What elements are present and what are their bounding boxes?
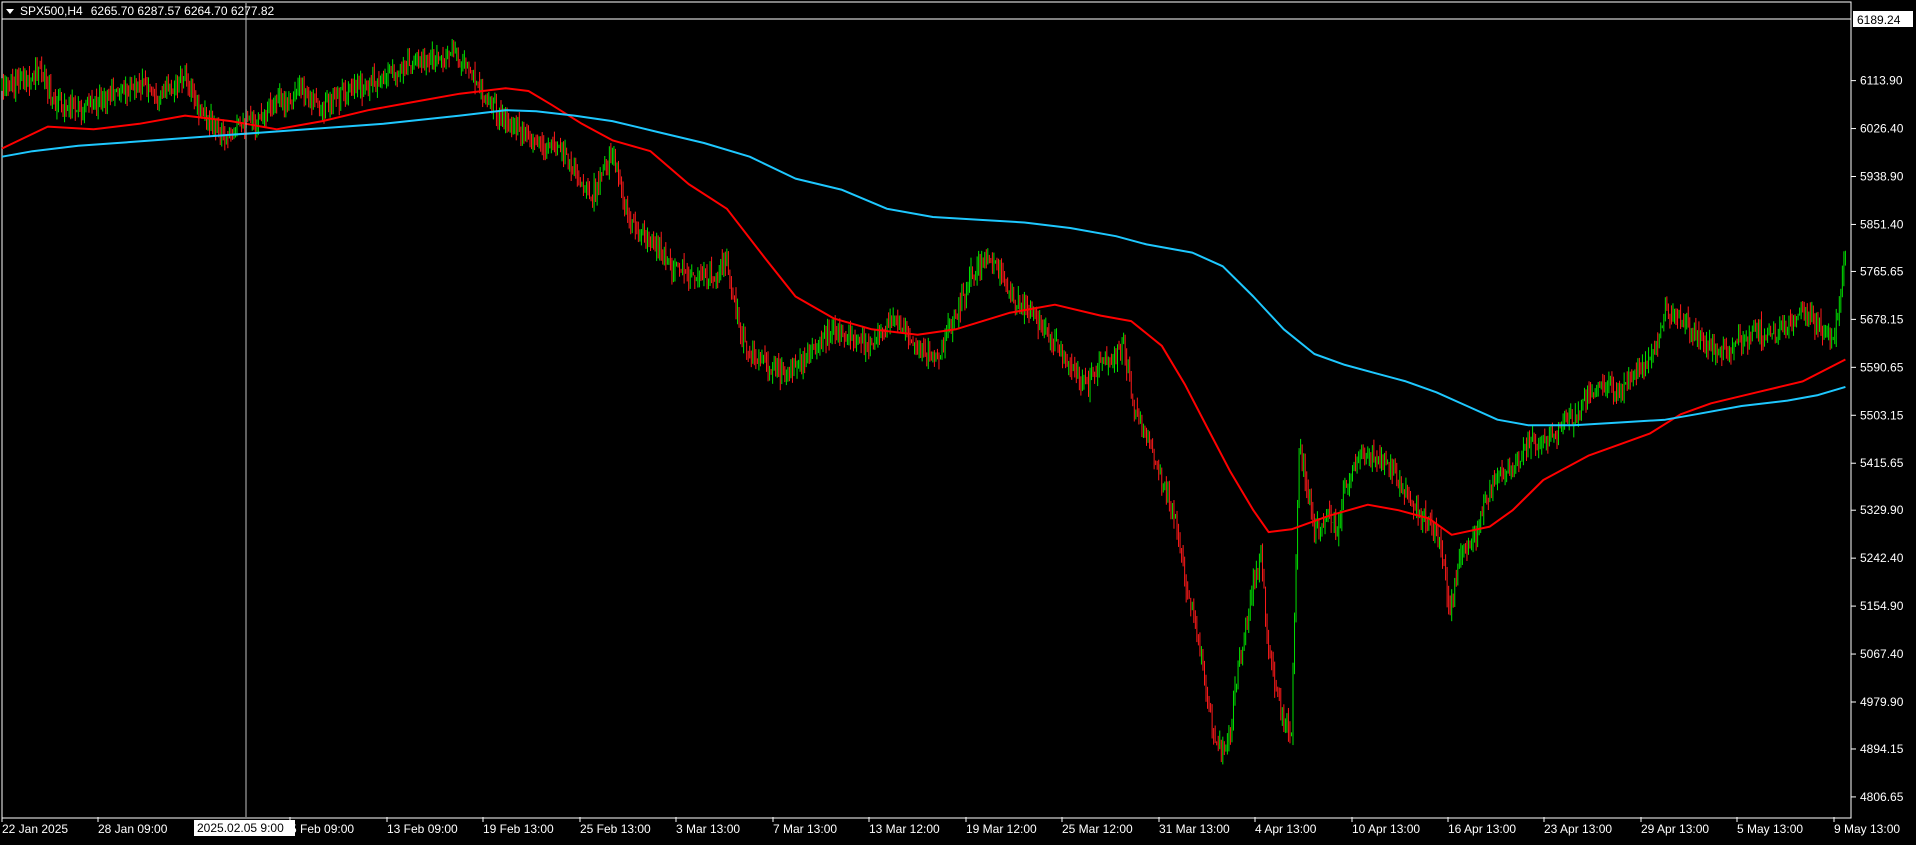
time-tick-label-8: 13 Mar 12:00 <box>869 822 940 836</box>
price-chart-svg[interactable]: 6113.90 6026.40 5938.90 5851.40 5765.65 5678.… <box>0 0 1916 840</box>
price-tick-label-9: 5329.90 <box>1860 503 1904 517</box>
price-tick-label-4: 5765.65 <box>1860 264 1904 278</box>
price-tick-label-5: 5678.15 <box>1860 312 1904 326</box>
crosshair-time-label: 2025.02.05 9:00 <box>197 821 284 835</box>
time-tick-label-16: 29 Apr 13:00 <box>1641 822 1709 836</box>
time-tick-label-14: 16 Apr 13:00 <box>1448 822 1516 836</box>
price-tick-label-13: 4979.90 <box>1860 695 1904 709</box>
time-tick-label-7: 7 Mar 13:00 <box>773 822 837 836</box>
chart-header: SPX500,H4 6265.70 6287.57 6264.70 6277.82 <box>20 4 275 18</box>
time-tick-label-1: 28 Jan 09:00 <box>98 822 168 836</box>
time-tick-label-5: 25 Feb 13:00 <box>580 822 651 836</box>
chart-ohlc: 6265.70 6287.57 6264.70 6277.82 <box>91 4 275 18</box>
price-tick-label-1: 6026.40 <box>1860 122 1904 136</box>
time-tick-label-2: 5 Feb 09:00 <box>290 822 354 836</box>
time-tick-label-17: 5 May 13:00 <box>1737 822 1803 836</box>
price-tick-label-14: 4894.15 <box>1860 742 1904 756</box>
time-tick-label-15: 23 Apr 13:00 <box>1544 822 1612 836</box>
price-tick-label-3: 5851.40 <box>1860 217 1904 231</box>
price-tick-label-15: 4806.65 <box>1860 790 1904 804</box>
time-tick-label-18: 9 May 13:00 <box>1834 822 1900 836</box>
time-tick-label-13: 10 Apr 13:00 <box>1352 822 1420 836</box>
price-tick-label-0: 6113.90 <box>1860 74 1903 88</box>
price-tick-label-6: 5590.65 <box>1860 360 1904 374</box>
price-marker-label: 6189.24 <box>1857 13 1901 27</box>
chart-background <box>0 0 1916 840</box>
time-tick-label-6: 3 Mar 13:00 <box>676 822 740 836</box>
price-tick-label-10: 5242.40 <box>1860 551 1904 565</box>
price-tick-label-12: 5067.40 <box>1860 647 1904 661</box>
time-tick-label-12: 4 Apr 13:00 <box>1255 822 1317 836</box>
price-tick-label-11: 5154.90 <box>1860 599 1904 613</box>
price-tick-label-8: 5415.65 <box>1860 456 1904 470</box>
time-tick-label-9: 19 Mar 12:00 <box>966 822 1037 836</box>
chart-symbol: SPX500,H4 <box>20 4 83 18</box>
time-tick-label-4: 19 Feb 13:00 <box>483 822 554 836</box>
time-tick-label-10: 25 Mar 12:00 <box>1062 822 1133 836</box>
price-tick-label-7: 5503.15 <box>1860 408 1904 422</box>
time-tick-label-0: 22 Jan 2025 <box>2 822 68 836</box>
time-tick-label-3: 13 Feb 09:00 <box>387 822 458 836</box>
price-tick-label-2: 5938.90 <box>1860 170 1904 184</box>
time-tick-label-11: 31 Mar 13:00 <box>1159 822 1230 836</box>
chart-window[interactable]: 6113.90 6026.40 5938.90 5851.40 5765.65 5678.… <box>0 0 1916 840</box>
